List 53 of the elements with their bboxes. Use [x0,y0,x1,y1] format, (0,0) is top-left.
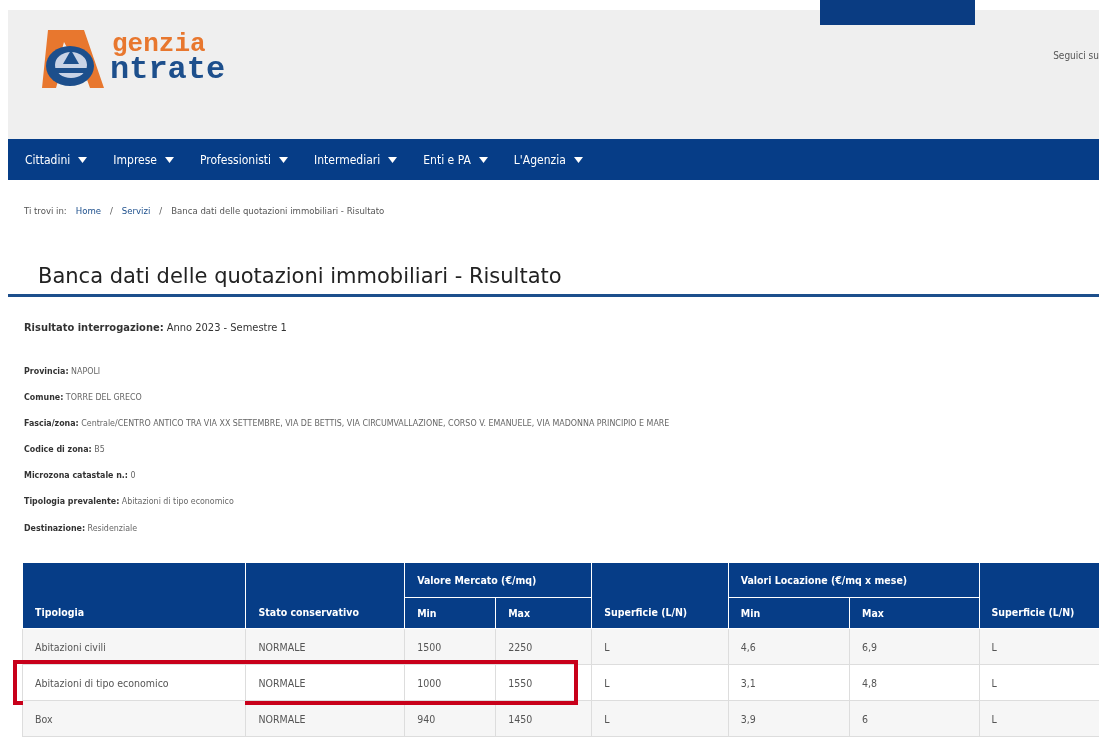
logo-text: genzia [111,32,206,57]
table-cell: Box [22,700,246,737]
nav-item[interactable]: Professionisti [199,152,289,167]
nav-item[interactable]: Cittadini [25,152,88,167]
page-title: Banca dati delle quotazioni immobiliari - Risultato [8,264,1099,297]
caret-icon [388,156,398,163]
detail-line: Destinazione: Residenziale [24,521,139,535]
caret-icon [164,156,174,163]
nav-item[interactable]: Intermediari [314,152,398,167]
table-cell: 6,9 [849,628,979,665]
detail-line: Microzona catastale n.: 0 [24,469,137,483]
table-cell: L [979,628,1099,665]
column-header: Superficie (L/N) [591,562,729,629]
nav-item[interactable]: L'Agenzia [513,152,583,167]
nav-item[interactable]: Imprese [113,152,174,167]
table-cell: 4,8 [849,664,979,701]
column-header: Min [404,597,496,629]
detail-line: Comune: TORRE DEL GRECO [24,391,143,405]
detail-line: Provincia: NAPOLI [24,365,102,378]
table-cell: 3,1 [728,664,850,701]
caret-icon [78,156,88,163]
column-header: Valori Locazione (€/mq x mese) [728,562,979,598]
breadcrumb-separator: / [159,205,163,216]
column-header: Superficie (L/N) [979,562,1099,629]
table-cell: L [591,700,729,737]
column-header: Tipologia [22,562,246,629]
caret-icon [279,156,289,163]
detail-line: Fascia/zona: Centrale/CENTRO ANTICO TRA VIA XX SETTEMBRE, VIA DE BETTIS, VIA CIRCUMVALLAZIONE, CORSO V. EMANUELE, VIA MADONNA PRINCIPIO E MARE [24,417,671,431]
detail-line: Tipologia prevalente: Abitazioni di tipo economico [24,495,235,509]
breadcrumb-label: Ti trovi in: [24,205,67,216]
table-cell: 4,6 [728,628,850,665]
table-cell: L [591,628,729,665]
result-line: Risultato interrogazione: Anno 2023 - Semestre 1 [24,321,288,334]
column-header: Max [849,597,979,629]
social-label: Seguici su [1053,49,1099,63]
table-cell: L [979,700,1099,737]
column-header: Min [728,597,850,629]
column-header: Stato conservativo [245,562,405,629]
breadcrumb-link[interactable]: Home [75,205,101,216]
breadcrumb-separator: / [109,205,113,216]
column-header: Max [495,597,592,629]
breadcrumb-link[interactable]: Servizi [121,205,151,216]
breadcrumb-current: Banca dati delle quotazioni immobiliari - Risultato [171,205,385,216]
table-cell: 3,9 [728,700,850,737]
table-cell: L [591,664,729,701]
detail-line: Codice di zona: B5 [24,443,106,457]
caret-icon [573,156,583,163]
header-button[interactable] [820,0,975,25]
caret-icon [478,156,488,163]
table-cell: 6 [849,700,979,737]
logo-text: ntrate [110,56,226,86]
nav-item[interactable]: Enti e PA [423,152,488,167]
column-header: Valore Mercato (€/mq) [404,562,592,598]
